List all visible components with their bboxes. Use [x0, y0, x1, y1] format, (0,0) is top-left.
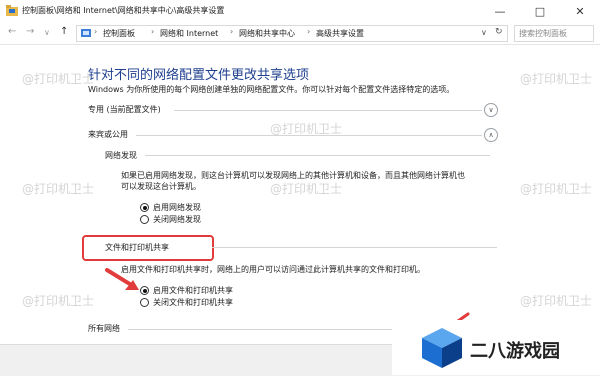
section-divider [174, 110, 482, 111]
section-all-label: 所有网络 [88, 324, 120, 333]
network-folder-icon [6, 5, 18, 16]
page-heading: 针对不同的网络配置文件更改共享选项 [88, 68, 310, 83]
radio-enable-file-sharing[interactable]: 启用文件和打印机共享 [140, 285, 233, 296]
watermark: @打印机卫士 [22, 294, 95, 308]
watermark: @打印机卫士 [22, 182, 95, 196]
radio-enable-file-sharing-label: 启用文件和打印机共享 [153, 286, 233, 295]
radio-disable-discovery[interactable]: 关闭网络发现 [140, 214, 201, 225]
control-panel-icon [81, 29, 91, 37]
address-bar[interactable]: › 控制面板 › 网络和 Internet › 网络和共享中心 › 高级共享设置… [76, 25, 508, 42]
forward-arrow-icon[interactable]: → [26, 26, 34, 37]
section-private-label: 专用 (当前配置文件) [88, 105, 161, 114]
refresh-icon[interactable]: ↻ [495, 27, 503, 37]
watermark: @打印机卫士 [270, 182, 343, 196]
search-input[interactable]: 搜索控制面板 [519, 28, 567, 39]
radio-enable-discovery[interactable]: 启用网络发现 [140, 202, 201, 213]
page-description: Windows 为你所使用的每个网络创建单独的网络配置文件。你可以针对每个配置文… [88, 85, 455, 94]
maximize-button[interactable]: □ [520, 0, 560, 22]
close-button[interactable]: ✕ [560, 0, 600, 22]
chevron-up-icon[interactable]: ∧ [484, 128, 498, 142]
file-sharing-text: 启用文件和打印机共享时，网络上的用户可以访问通过此计算机共享的文件和打印机。 [121, 265, 425, 274]
section-private[interactable]: 专用 (当前配置文件) ∨ [88, 103, 498, 118]
chevron-down-icon[interactable]: ∨ [484, 103, 498, 117]
file-printer-sharing-title: 文件和打印机共享 [105, 243, 169, 252]
window-title: 控制面板\网络和 Internet\网络和共享中心\高级共享设置 [22, 6, 225, 15]
red-arrow-annotation [105, 268, 139, 290]
navigation-bar: ← → ∨ ↑ › 控制面板 › 网络和 Internet › 网络和共享中心 … [0, 22, 600, 45]
network-discovery-title: 网络发现 [105, 151, 137, 160]
radio-button[interactable] [140, 203, 149, 212]
watermark: @打印机卫士 [22, 72, 95, 86]
radio-disable-discovery-label: 关闭网络发现 [153, 215, 201, 224]
radio-disable-file-sharing-label: 关闭文件和打印机共享 [153, 298, 233, 307]
minimize-button[interactable]: — [480, 0, 520, 22]
watermark: @打印机卫士 [520, 182, 593, 196]
radio-button[interactable] [140, 215, 149, 224]
cube-logo-icon [422, 328, 462, 368]
dropdown-chevron-icon[interactable]: ∨ [481, 28, 487, 37]
breadcrumb-network-sharing-center[interactable]: 网络和共享中心 [239, 28, 295, 39]
breadcrumb-advanced-sharing[interactable]: 高级共享设置 [316, 28, 364, 39]
radio-enable-discovery-label: 启用网络发现 [153, 203, 201, 212]
radio-disable-file-sharing[interactable]: 关闭文件和打印机共享 [140, 297, 233, 308]
breadcrumb-separator: › [151, 27, 155, 36]
breadcrumb-separator: › [94, 27, 98, 36]
logo-text: 二八游戏园 [470, 341, 560, 362]
up-arrow-icon[interactable]: ↑ [60, 26, 68, 37]
breadcrumb-separator: › [307, 27, 311, 36]
breadcrumb-separator: › [230, 27, 234, 36]
search-box[interactable]: 搜索控制面板 [514, 25, 594, 42]
subsection-divider [212, 247, 497, 248]
watermark: @打印机卫士 [520, 72, 593, 86]
section-guest-label: 来宾或公用 [88, 130, 128, 139]
watermark: @打印机卫士 [270, 122, 343, 136]
watermark: @打印机卫士 [520, 294, 593, 308]
breadcrumb-control-panel[interactable]: 控制面板 [103, 28, 135, 39]
back-arrow-icon[interactable]: ← [8, 26, 16, 37]
recent-locations-icon[interactable]: ∨ [44, 28, 50, 37]
title-bar: 控制面板\网络和 Internet\网络和共享中心\高级共享设置 — □ ✕ [0, 0, 600, 22]
radio-button[interactable] [140, 298, 149, 307]
subsection-divider [145, 155, 490, 156]
breadcrumb-network-internet[interactable]: 网络和 Internet [160, 28, 218, 39]
